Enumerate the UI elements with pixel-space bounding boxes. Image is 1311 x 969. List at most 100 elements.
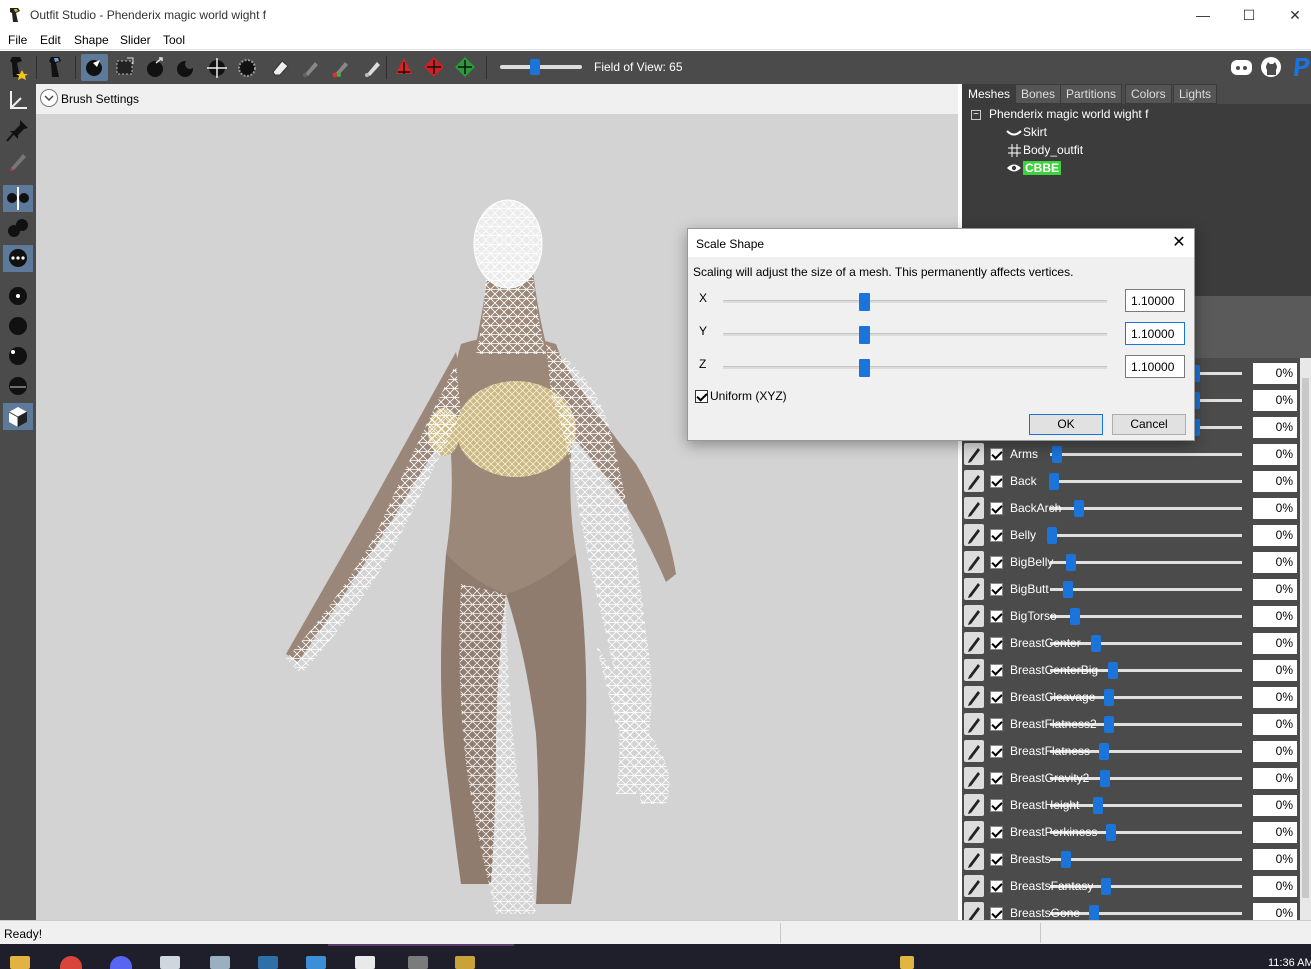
discord-button[interactable] [1228,54,1255,81]
slider-edit-pencil-icon[interactable] [964,578,984,600]
reference-template-button[interactable] [4,54,31,81]
slider-value[interactable]: 0% [1253,822,1297,843]
move-tool-button[interactable] [204,54,231,81]
slider-thumb[interactable] [1093,797,1103,814]
pivot-tool-button[interactable] [421,54,448,81]
close-button[interactable]: ✕ [1272,0,1311,30]
slider-value[interactable]: 0% [1253,525,1297,546]
tree-collapse-toggle[interactable]: − [971,110,981,120]
slider-visible-checkbox[interactable] [990,637,1003,650]
slider-thumb[interactable] [1099,743,1109,760]
global-brush-button[interactable] [3,245,33,272]
transform-tool-button[interactable] [391,54,418,81]
slider-thumb[interactable] [1104,716,1114,733]
undiff-tool-button[interactable] [267,54,294,81]
slider-value[interactable]: 0% [1253,606,1297,627]
slider-thumb[interactable] [1063,581,1073,598]
slider-thumb[interactable] [1101,878,1111,895]
slider-edit-pencil-icon[interactable] [964,524,984,546]
slider-thumb[interactable] [1091,635,1101,652]
z-scale-input[interactable] [1125,355,1185,378]
slider-value[interactable]: 0% [1253,687,1297,708]
tab-meshes[interactable]: Meshes [962,84,1017,104]
tab-lights[interactable]: Lights [1173,84,1218,104]
slider-edit-pencil-icon[interactable] [964,848,984,870]
color-paint-button[interactable] [328,54,355,81]
texture-view-button[interactable] [3,373,33,400]
slider-thumb[interactable] [1052,446,1062,463]
y-scale-slider-thumb[interactable] [859,326,870,344]
slider-value[interactable]: 0% [1253,741,1297,762]
slider-visible-checkbox[interactable] [990,556,1003,569]
slider-visible-checkbox[interactable] [990,880,1003,893]
mask-view-button[interactable] [3,403,33,430]
menu-file[interactable]: File [8,33,27,47]
slider-list-scrollbar[interactable] [1300,358,1311,920]
alpha-paint-button[interactable] [360,54,387,81]
vertex-view-button[interactable] [3,283,33,310]
scrollbar-thumb[interactable] [1302,378,1309,898]
slider-value[interactable]: 0% [1253,363,1297,384]
slider-visible-checkbox[interactable] [990,610,1003,623]
tree-root-outfit[interactable]: Phenderix magic world wight f [989,105,1148,123]
edit-brush-button[interactable] [3,147,33,174]
slider-visible-checkbox[interactable] [990,853,1003,866]
slider-visible-checkbox[interactable] [990,826,1003,839]
slider-visible-checkbox[interactable] [990,448,1003,461]
slider-value[interactable]: 0% [1253,390,1297,411]
tree-item-skirt[interactable]: Skirt [1023,123,1047,141]
slider-thumb[interactable] [1049,473,1059,490]
slider-visible-checkbox[interactable] [990,529,1003,542]
brush-settings-bar[interactable]: Brush Settings [36,84,958,114]
x-scale-slider-thumb[interactable] [859,293,870,311]
slider-visible-checkbox[interactable] [990,583,1003,596]
slider-visible-checkbox[interactable] [990,475,1003,488]
app-icon-8[interactable] [355,956,375,969]
slider-thumb[interactable] [1074,500,1084,517]
slider-edit-pencil-icon[interactable] [964,497,984,519]
field-of-view-slider-thumb[interactable] [530,59,540,75]
minimize-button[interactable]: — [1180,0,1226,30]
app-icon-5[interactable] [210,956,230,969]
y-scale-input[interactable] [1125,322,1185,345]
slider-visible-checkbox[interactable] [990,772,1003,785]
select-tool-button[interactable] [81,54,108,81]
connected-only-button[interactable] [3,215,33,242]
app-icon-6[interactable] [258,956,278,969]
slider-edit-pencil-icon[interactable] [964,875,984,897]
smooth-tool-button[interactable] [234,54,261,81]
slider-track[interactable] [1050,561,1242,564]
slider-visible-checkbox[interactable] [990,691,1003,704]
slider-edit-pencil-icon[interactable] [964,794,984,816]
deflate-tool-button[interactable] [172,54,199,81]
uniform-checkbox[interactable] [695,390,708,403]
slider-visible-checkbox[interactable] [990,718,1003,731]
slider-thumb[interactable] [1104,689,1114,706]
field-of-view-slider[interactable] [500,65,582,69]
slider-track[interactable] [1050,534,1242,537]
slider-edit-pencil-icon[interactable] [964,659,984,681]
maximize-button[interactable]: ☐ [1226,0,1272,30]
cancel-button[interactable]: Cancel [1112,414,1186,435]
axis-toggle-button[interactable] [3,87,33,114]
slider-value[interactable]: 0% [1253,471,1297,492]
tab-bones[interactable]: Bones [1015,84,1062,104]
paypal-button[interactable] [1288,54,1311,81]
slider-edit-pencil-icon[interactable] [964,470,984,492]
slider-value[interactable]: 0% [1253,768,1297,789]
x-mirror-button[interactable] [3,185,33,212]
slider-value[interactable]: 0% [1253,795,1297,816]
slider-visible-checkbox[interactable] [990,799,1003,812]
mask-tool-button[interactable] [112,54,139,81]
slider-value[interactable]: 0% [1253,444,1297,465]
slider-track[interactable] [1050,453,1242,456]
slider-thumb[interactable] [1061,851,1071,868]
outfit-studio-taskbar-icon[interactable] [455,956,475,969]
outfit-button[interactable] [43,54,70,81]
ok-button[interactable]: OK [1029,414,1103,435]
discord-taskbar-icon[interactable] [110,956,132,969]
menu-shape[interactable]: Shape [74,33,109,47]
slider-value[interactable]: 0% [1253,552,1297,573]
slider-track[interactable] [1050,588,1242,591]
uniform-checkbox-label[interactable]: Uniform (XYZ) [710,389,787,403]
